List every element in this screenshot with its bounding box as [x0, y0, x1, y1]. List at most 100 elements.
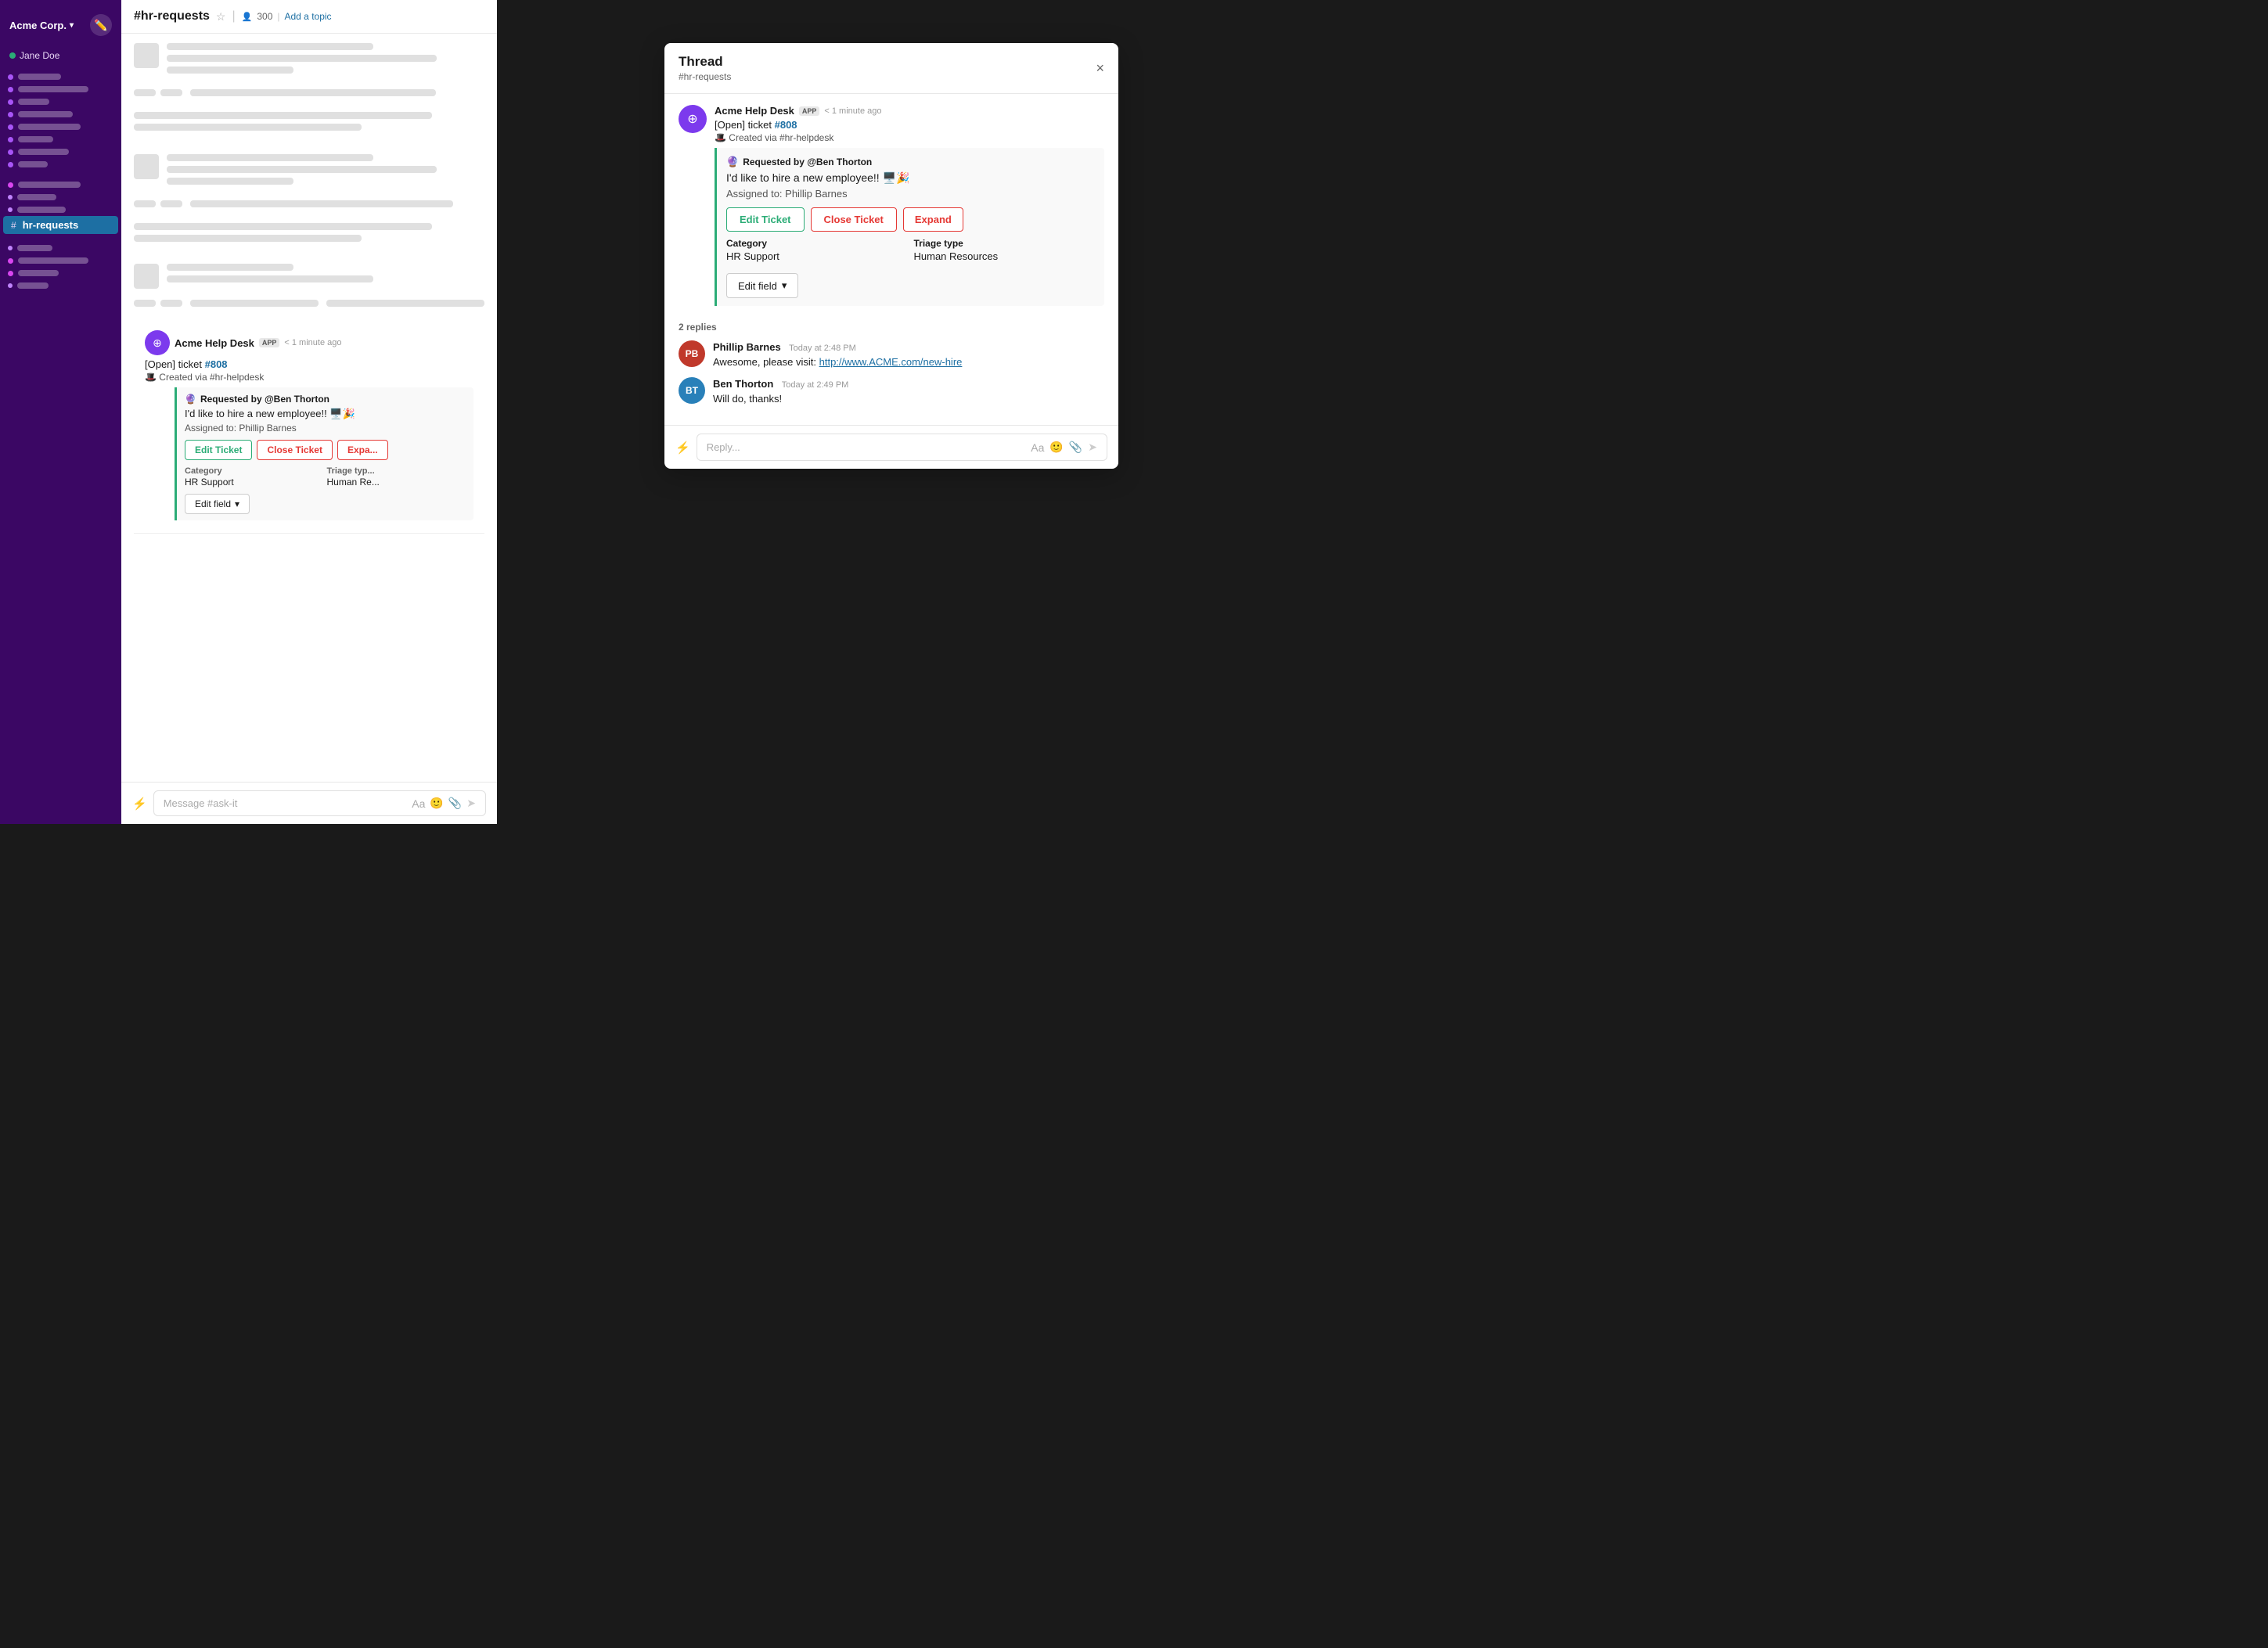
sidebar-item-g3-2[interactable]: [0, 254, 121, 267]
reply-1-header: Phillip Barnes Today at 2:48 PM: [713, 340, 1104, 354]
add-topic-link[interactable]: Add a topic: [285, 11, 332, 22]
reply-1-link[interactable]: http://www.ACME.com/new-hire: [819, 356, 963, 368]
edit-field-label: Edit field: [195, 498, 231, 509]
skel-avatar-4: [134, 154, 159, 179]
sidebar-item-5[interactable]: [0, 121, 121, 133]
sidebar-header: Acme Corp. ▾ ✏️: [0, 8, 121, 42]
thread-assigned: Assigned to: Phillip Barnes: [726, 188, 1095, 200]
sidebar-item-g2-2[interactable]: [0, 191, 121, 203]
sidebar-item-g3-4[interactable]: [0, 279, 121, 292]
thread-open-label: [Open] ticket #808: [715, 119, 1104, 131]
thread-expand-button[interactable]: Expand: [903, 207, 963, 232]
skel-content-7: [167, 264, 484, 289]
thread-category-label: Category: [726, 238, 908, 249]
msg-open-label: [Open] ticket #808: [145, 358, 473, 370]
reply-2: BT Ben Thorton Today at 2:49 PM Will do,…: [679, 377, 1104, 405]
triage-label: Triage typ...: [327, 466, 466, 476]
msg-header-row: ⊕ Acme Help Desk APP < 1 minute ago: [145, 330, 473, 355]
helpdesk-message: ⊕ Acme Help Desk APP < 1 minute ago [Ope…: [134, 322, 484, 534]
thread-input-actions: Aa 🙂 📎 ➤: [1031, 441, 1097, 454]
reply-1-avatar: PB: [679, 340, 705, 367]
reply-2-content: Ben Thorton Today at 2:49 PM Will do, th…: [713, 377, 1104, 405]
thread-triage-value: Human Resources: [914, 250, 1096, 262]
sidebar-item-3[interactable]: [0, 95, 121, 108]
thread-edit-field-label: Edit field: [738, 280, 777, 292]
lightning-icon: ⚡: [132, 797, 147, 811]
thread-category-field: Category HR Support: [726, 238, 908, 262]
thread-reply-input[interactable]: Reply... Aa 🙂 📎 ➤: [697, 434, 1107, 461]
sidebar-item-g2-3[interactable]: [0, 203, 121, 216]
thread-ticket-number[interactable]: #808: [775, 119, 797, 131]
send-icon[interactable]: ➤: [466, 797, 476, 810]
sidebar-item-g2-1[interactable]: [0, 178, 121, 191]
bot-avatar: ⊕: [145, 330, 170, 355]
thread-msg-content: Acme Help Desk APP < 1 minute ago [Open]…: [715, 105, 1104, 311]
thread-channel-label: #hr-requests: [679, 71, 731, 82]
sidebar-item-g3-1[interactable]: [0, 242, 121, 254]
thread-main-message: ⊕ Acme Help Desk APP < 1 minute ago [Ope…: [679, 105, 1104, 311]
thread-close-ticket-button[interactable]: Close Ticket: [811, 207, 897, 232]
emoji-icon[interactable]: 🙂: [430, 797, 443, 810]
thread-triage-field: Triage type Human Resources: [914, 238, 1096, 262]
thread-lightning-icon: ⚡: [675, 441, 690, 455]
reply-1-timestamp: Today at 2:48 PM: [789, 344, 856, 353]
star-icon[interactable]: ☆: [216, 10, 226, 23]
close-ticket-button[interactable]: Close Ticket: [257, 440, 332, 460]
sidebar-item-6[interactable]: [0, 133, 121, 146]
thread-requester: 🔮 Requested by @Ben Thorton: [726, 156, 1095, 168]
channel-header: #hr-requests ☆ | 👤 300 | Add a topic: [121, 0, 497, 34]
sidebar-item-hr-requests[interactable]: # hr-requests: [3, 216, 118, 234]
thread-ticket-body: I'd like to hire a new employee!! 🖥️🎉: [726, 171, 1095, 185]
workspace-name[interactable]: Acme Corp. ▾: [9, 20, 74, 31]
sidebar-item-8[interactable]: [0, 158, 121, 171]
message-input-bar: ⚡ Message #ask-it Aa 🙂 📎 ➤: [121, 782, 497, 824]
thread-send-icon[interactable]: ➤: [1088, 441, 1097, 454]
edit-ticket-button[interactable]: Edit Ticket: [185, 440, 252, 460]
thread-requester-label: Requested by @Ben Thorton: [743, 157, 872, 167]
skel-avatar-1: [134, 43, 159, 68]
sidebar-item-4[interactable]: [0, 108, 121, 121]
skeleton-msg-7: [134, 264, 484, 289]
thread-emoji-icon[interactable]: 🙂: [1049, 441, 1063, 454]
thread-body: ⊕ Acme Help Desk APP < 1 minute ago [Ope…: [664, 94, 1118, 425]
message-input-field[interactable]: Message #ask-it Aa 🙂 📎 ➤: [153, 790, 486, 816]
expand-button[interactable]: Expa...: [337, 440, 388, 460]
attachment-icon[interactable]: 📎: [448, 797, 462, 810]
reply-2-header: Ben Thorton Today at 2:49 PM: [713, 377, 1104, 391]
user-name-label: Jane Doe: [20, 50, 59, 61]
skel-avatar-7: [134, 264, 159, 289]
skeleton-msg-6: [134, 223, 484, 246]
thread-timestamp: < 1 minute ago: [824, 106, 881, 116]
thread-edit-field-button[interactable]: Edit field ▾: [726, 273, 798, 298]
skeleton-msg-3: [134, 112, 484, 135]
thread-format-aa-icon[interactable]: Aa: [1031, 441, 1044, 454]
category-label: Category: [185, 466, 324, 476]
skeleton-msg-8: [134, 300, 484, 311]
thread-reply-placeholder: Reply...: [707, 441, 740, 453]
thread-attachment-icon[interactable]: 📎: [1069, 441, 1082, 454]
main-channel: #hr-requests ☆ | 👤 300 | Add a topic: [121, 0, 497, 824]
reply-2-avatar: BT: [679, 377, 705, 404]
ticket-assigned: Assigned to: Phillip Barnes: [185, 423, 466, 434]
edit-field-button[interactable]: Edit field ▾: [185, 494, 250, 514]
reply-1-text-before: Awesome, please visit:: [713, 356, 819, 368]
compose-button[interactable]: ✏️: [90, 14, 112, 36]
triage-value: Human Re...: [327, 477, 466, 488]
sidebar-item-g3-3[interactable]: [0, 267, 121, 279]
close-thread-button[interactable]: ×: [1096, 60, 1104, 77]
ticket-number-link[interactable]: #808: [205, 358, 228, 370]
sidebar-item-1[interactable]: [0, 70, 121, 83]
category-field: Category HR Support: [185, 466, 324, 488]
thread-open-label-text: [Open] ticket: [715, 119, 772, 131]
reply-2-timestamp: Today at 2:49 PM: [782, 380, 849, 390]
thread-edit-ticket-button[interactable]: Edit Ticket: [726, 207, 805, 232]
format-aa-icon[interactable]: Aa: [412, 797, 425, 810]
reply-1-content: Phillip Barnes Today at 2:48 PM Awesome,…: [713, 340, 1104, 368]
channel-meta: 👤 300 | Add a topic: [242, 11, 332, 22]
reply-1: PB Phillip Barnes Today at 2:48 PM Aweso…: [679, 340, 1104, 368]
thread-triage-label: Triage type: [914, 238, 1096, 249]
thread-input-bar: ⚡ Reply... Aa 🙂 📎 ➤: [664, 425, 1118, 469]
sidebar-item-2[interactable]: [0, 83, 121, 95]
active-channel-label: hr-requests: [23, 219, 79, 231]
sidebar-item-7[interactable]: [0, 146, 121, 158]
